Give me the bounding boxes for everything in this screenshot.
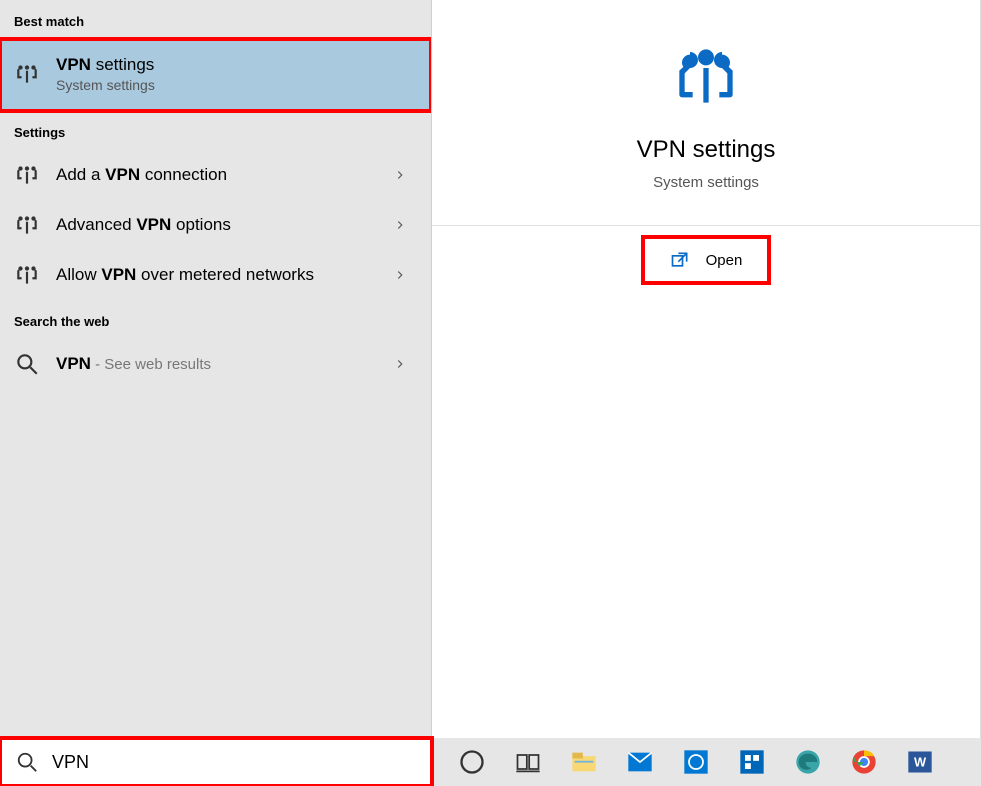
task-view-button[interactable] (508, 742, 548, 782)
divider (432, 225, 980, 226)
result-title: Advanced VPN options (56, 215, 231, 235)
search-icon (16, 751, 38, 773)
chevron-right-icon (393, 168, 407, 182)
best-match-result[interactable]: VPN settings System settings (0, 39, 431, 111)
result-title: Allow VPN over metered networks (56, 265, 314, 285)
section-settings: Settings (0, 111, 431, 150)
vpn-icon (14, 162, 40, 188)
word-icon[interactable]: W (900, 742, 940, 782)
preview-title: VPN settings (637, 136, 776, 164)
vpn-icon (674, 44, 738, 108)
vpn-icon (14, 212, 40, 238)
dell-app-icon[interactable] (676, 742, 716, 782)
chevron-right-icon (393, 268, 407, 282)
preview-subtitle: System settings (653, 174, 759, 191)
open-icon (670, 250, 690, 270)
chevron-right-icon (393, 357, 407, 371)
result-title: VPN - See web results (56, 354, 211, 374)
results-column: Best match VPN settings System settings … (0, 0, 432, 738)
file-explorer-icon[interactable] (564, 742, 604, 782)
settings-item-add-vpn[interactable]: Add a VPN connection (0, 150, 431, 200)
app-icon[interactable] (732, 742, 772, 782)
taskbar-search-box[interactable] (0, 738, 432, 786)
search-input[interactable] (52, 752, 416, 773)
search-icon (14, 351, 40, 377)
preview-column: VPN settings System settings Open (432, 0, 981, 738)
taskbar-icons: W (432, 742, 940, 782)
open-button[interactable]: Open (642, 236, 770, 284)
cortana-button[interactable] (452, 742, 492, 782)
settings-item-allow-vpn-metered[interactable]: Allow VPN over metered networks (0, 250, 431, 300)
open-label: Open (706, 252, 743, 269)
section-search-web: Search the web (0, 300, 431, 339)
svg-text:W: W (914, 755, 927, 770)
result-subtitle: System settings (56, 77, 155, 93)
settings-item-advanced-vpn[interactable]: Advanced VPN options (0, 200, 431, 250)
web-result-vpn[interactable]: VPN - See web results (0, 339, 431, 389)
result-title: Add a VPN connection (56, 165, 227, 185)
result-title: VPN settings (56, 55, 155, 75)
mail-icon[interactable] (620, 742, 660, 782)
edge-icon[interactable] (788, 742, 828, 782)
vpn-icon (14, 262, 40, 288)
best-match-label: VPN settings System settings (56, 55, 155, 93)
search-results-panel: Best match VPN settings System settings … (0, 0, 981, 738)
chevron-right-icon (393, 218, 407, 232)
taskbar: W (0, 738, 981, 786)
chrome-icon[interactable] (844, 742, 884, 782)
vpn-icon (14, 61, 40, 87)
section-best-match: Best match (0, 8, 431, 39)
